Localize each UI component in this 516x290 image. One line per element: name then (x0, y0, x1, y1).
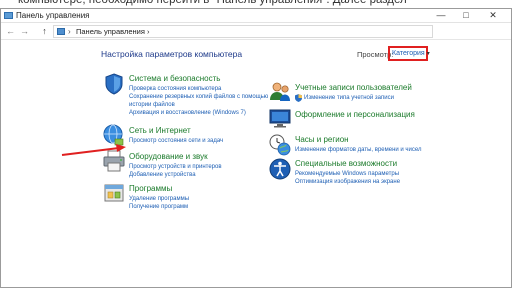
title-bar: Панель управления — □ ✕ (1, 9, 511, 23)
category-title-system-security[interactable]: Система и безопасность (129, 74, 220, 84)
breadcrumb[interactable]: › Панель управления › (53, 25, 433, 38)
link-change-account-type[interactable]: Изменение типа учетной записи (304, 94, 394, 102)
maximize-button[interactable]: □ (456, 9, 476, 22)
link-recommended-settings[interactable]: Рекомендуемые Windows параметры (295, 170, 399, 178)
link-check-computer-status[interactable]: Проверка состояния компьютера (129, 85, 221, 93)
personalization-icon[interactable] (268, 106, 292, 130)
breadcrumb-item-control-panel[interactable]: Панель управления › (76, 26, 149, 37)
view-by-value: Категория (392, 50, 425, 57)
link-get-programs[interactable]: Получение программ (129, 203, 188, 211)
link-add-device[interactable]: Добавление устройства (129, 171, 196, 179)
window-title: Панель управления (16, 11, 90, 20)
printer-icon[interactable] (102, 149, 126, 173)
category-title-ease-of-access[interactable]: Специальные возможности (295, 159, 397, 169)
link-uninstall-program[interactable]: Удаление программы (129, 195, 189, 203)
category-title-hardware-sound[interactable]: Оборудование и звук (129, 152, 208, 162)
network-globe-icon[interactable] (102, 123, 126, 147)
category-title-network-internet[interactable]: Сеть и Интернет (129, 126, 191, 136)
users-icon[interactable] (268, 80, 292, 104)
minimize-button[interactable]: — (431, 9, 451, 22)
shield-icon[interactable] (102, 72, 126, 96)
chevron-down-icon: ▾ (426, 51, 430, 57)
control-panel-window: Панель управления — □ ✕ ← → ↑ › Панель у… (0, 8, 512, 288)
control-panel-icon (57, 28, 65, 35)
category-title-clock-region[interactable]: Часы и регион (295, 135, 349, 145)
close-button[interactable]: ✕ (483, 9, 503, 22)
up-arrow-icon[interactable]: ↑ (39, 25, 50, 38)
category-title-user-accounts[interactable]: Учетные записи пользователей (295, 83, 412, 93)
link-devices-printers[interactable]: Просмотр устройств и принтеров (129, 163, 222, 171)
link-optimize-display[interactable]: Оптимизация изображения на экране (295, 178, 400, 186)
link-file-history-backup[interactable]: Сохранение резервных копий файлов с помо… (129, 93, 268, 101)
category-title-programs[interactable]: Программы (129, 184, 172, 194)
article-caption-text: компьютере, необходимо перейти в "Панель… (18, 0, 407, 6)
programs-icon[interactable] (102, 181, 126, 205)
view-by-dropdown[interactable]: Категория ▾ (388, 46, 430, 61)
uac-shield-icon (295, 94, 302, 102)
clock-globe-icon[interactable] (268, 133, 292, 157)
category-title-appearance-personalization[interactable]: Оформление и персонализация (295, 110, 415, 120)
link-date-time-formats[interactable]: Изменение форматов даты, времени и чисел (295, 146, 422, 154)
page-title: Настройка параметров компьютера (101, 49, 243, 59)
accessibility-icon[interactable] (268, 157, 292, 181)
link-file-history-backup-cont[interactable]: истории файлов (129, 101, 175, 109)
control-panel-icon (4, 12, 13, 19)
link-backup-restore-win7[interactable]: Архивация и восстановление (Windows 7) (129, 109, 246, 117)
breadcrumb-separator: › (68, 27, 71, 36)
back-arrow-icon[interactable]: ← (5, 25, 16, 38)
forward-arrow-icon[interactable]: → (19, 25, 30, 38)
screenshot-page: компьютере, необходимо перейти в "Панель… (0, 0, 516, 290)
link-network-status[interactable]: Просмотр состояния сети и задач (129, 137, 223, 145)
address-bar: ← → ↑ › Панель управления › (1, 24, 511, 40)
